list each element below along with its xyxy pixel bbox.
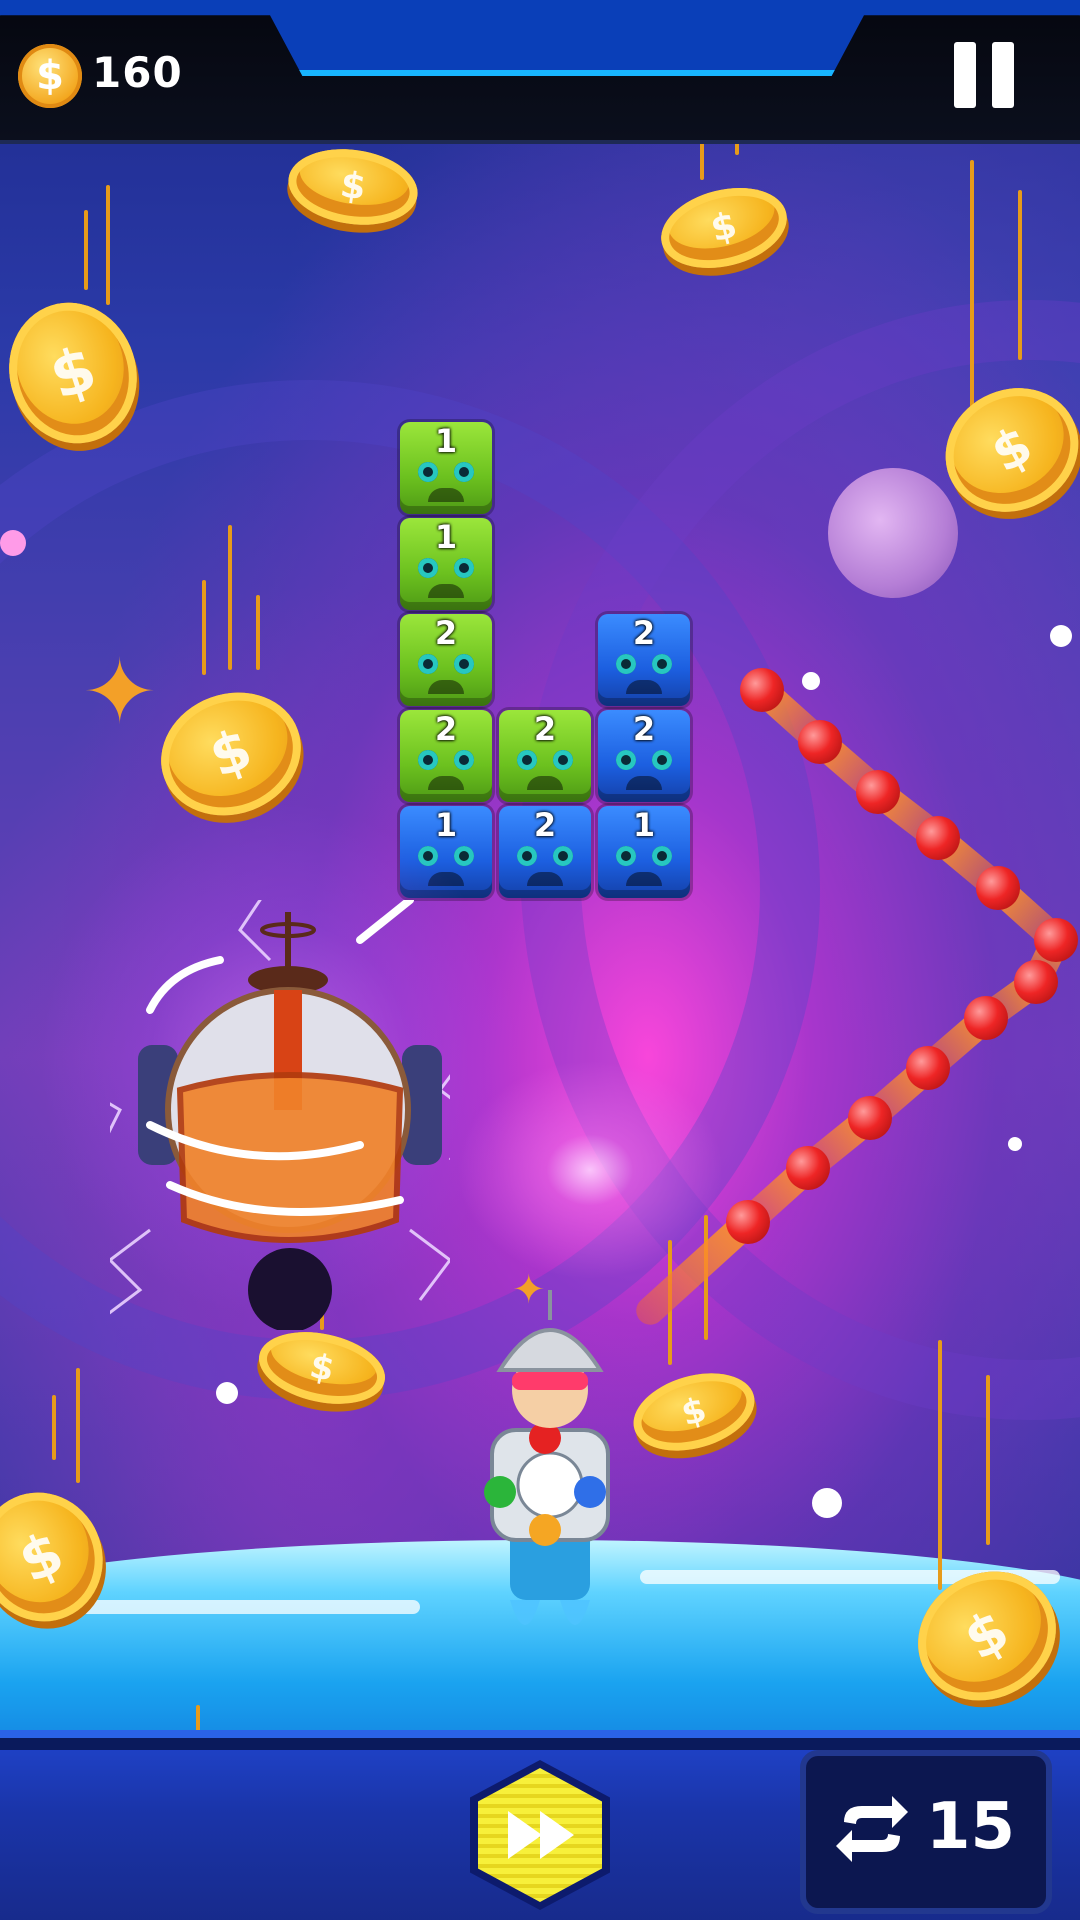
block-eye [553,846,573,866]
block-value: 1 [632,806,656,844]
block: 2 [598,614,690,706]
game-stage[interactable]: $ $ $ $ $ $ $ $ $ ✦ ✦ ✦ ✦ 1 1 2 2 2 2 2 … [0,0,1080,1920]
fast-forward-button-face [478,1768,602,1902]
block-mouth [428,488,464,502]
trajectory-ball [798,720,842,764]
block: 2 [400,614,492,706]
block: 2 [598,710,690,802]
fast-forward-icon [540,1811,574,1859]
block-eye [652,750,672,770]
block-eye [418,654,438,674]
trajectory-ball [740,668,784,712]
block-eye [454,654,474,674]
coin-icon-symbol: $ [36,53,64,99]
block-mouth [626,776,662,790]
coin-streak [986,1375,990,1545]
block-eye [616,654,636,674]
block-value: 1 [434,422,458,460]
block-mouth [626,680,662,694]
pause-icon [992,42,1014,108]
trajectory-ball [964,996,1008,1040]
ball-launcher [516,1451,584,1519]
trajectory-ball [916,816,960,860]
sparkle-icon: ✦ [82,640,158,745]
block-eye [418,750,438,770]
block-mouth [428,584,464,598]
coin-icon: $ [18,44,82,108]
hero-helmet [496,1328,604,1372]
star-dot [1008,1137,1022,1151]
block-eye [418,462,438,482]
coin-streak [970,160,974,410]
block-eye [517,750,537,770]
distant-planet [828,468,958,598]
coin-counter: 160 [92,48,183,97]
hero-goggles [512,1372,588,1390]
block: 1 [400,518,492,610]
block-mouth [428,680,464,694]
jet-flame [510,1600,540,1625]
bottom-hud-edge [0,1738,1080,1750]
jet-flame [560,1600,590,1625]
block-eye [652,846,672,866]
star-dot [812,1488,842,1518]
coin-streak [52,1395,56,1460]
block-eye [553,750,573,770]
block-mouth [626,872,662,886]
swap-button[interactable]: 15 [800,1750,1052,1914]
ball-blue [574,1476,606,1508]
block-eye [616,846,636,866]
coin-streak [76,1368,80,1483]
block-value: 1 [434,518,458,556]
block-value: 2 [533,710,557,748]
block-eye [454,750,474,770]
block-eye [418,558,438,578]
coin-streak [938,1340,942,1590]
hero-player [484,1290,610,1625]
coin-streak [84,210,88,290]
block-value: 2 [434,614,458,652]
trajectory-ball [726,1200,770,1244]
block-value: 2 [434,710,458,748]
block-eye [616,750,636,770]
trajectory-ball [1014,960,1058,1004]
trajectory-ball [1034,918,1078,962]
fast-forward-icon [508,1811,542,1859]
coin-streak [228,525,232,670]
star-dot [1050,625,1072,647]
swap-count: 15 [926,1790,1016,1864]
trajectory-ball [856,770,900,814]
block: 1 [400,422,492,514]
block: 1 [598,806,690,898]
star-dot [802,672,820,690]
pause-icon [954,42,976,108]
block-eye [652,654,672,674]
block-eye [454,558,474,578]
coin-streak [202,580,206,675]
coin-streak [1018,190,1022,360]
pause-button[interactable] [950,42,1018,108]
star-dot [216,1382,238,1404]
trajectory-ball [976,866,1020,910]
ball-orange [529,1514,561,1546]
trajectory-ball [906,1046,950,1090]
ball-green [484,1476,516,1508]
robot-enemy [110,900,450,1330]
block-eye [454,462,474,482]
trajectory-ball [786,1146,830,1190]
swap-icon [836,1796,908,1862]
star-dot [0,530,26,556]
coin-streak [256,595,260,670]
trajectory-ball [848,1096,892,1140]
robot-cannon [248,1248,332,1330]
block-value: 2 [632,710,656,748]
block-value: 2 [632,614,656,652]
